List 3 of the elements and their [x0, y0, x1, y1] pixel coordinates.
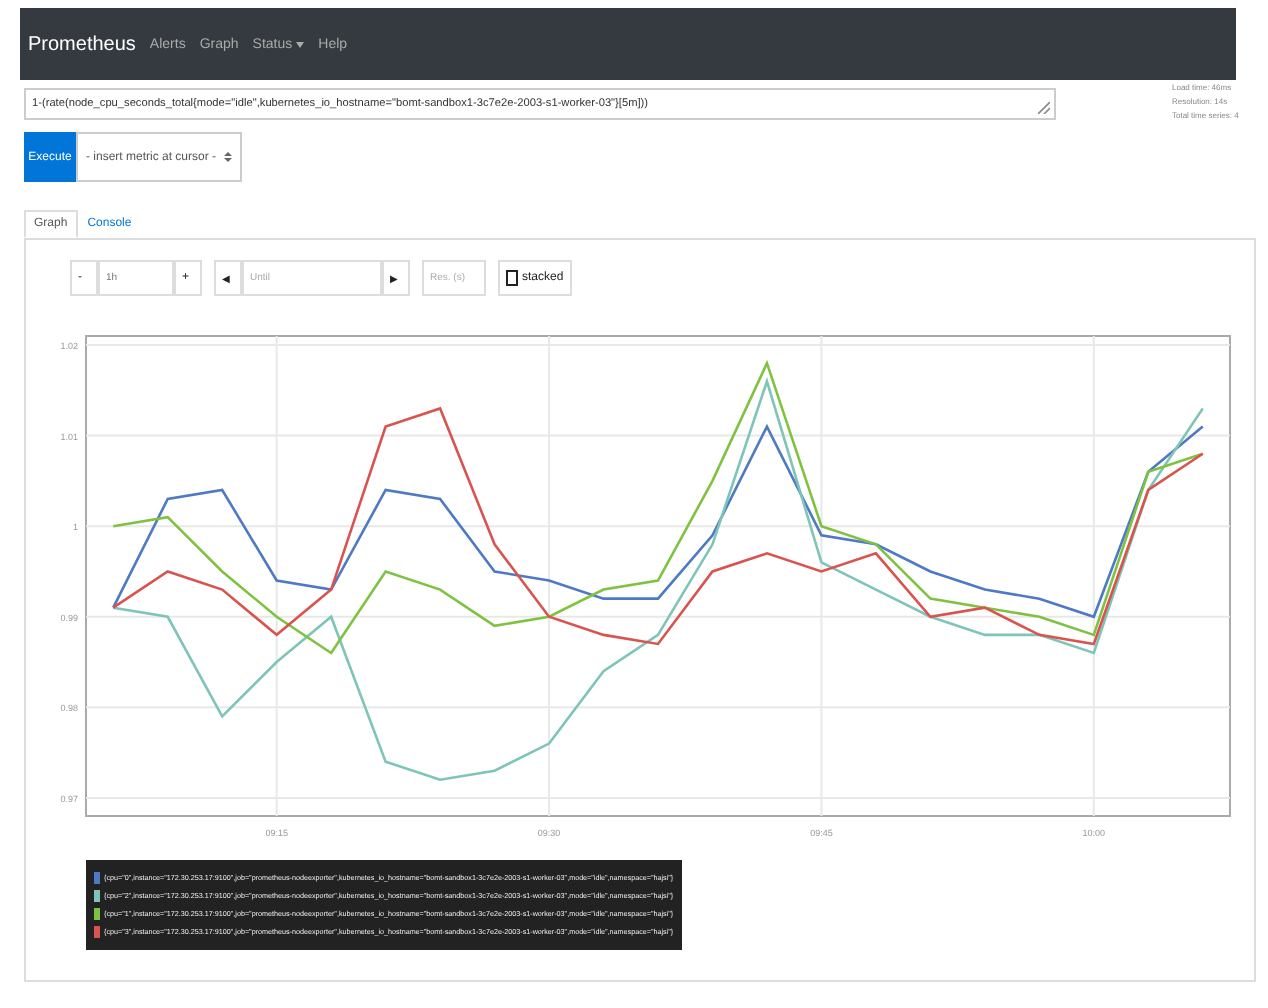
updown-icon — [224, 152, 233, 162]
resize-handle-icon — [1038, 102, 1050, 114]
brand-link[interactable]: Prometheus — [28, 33, 136, 55]
